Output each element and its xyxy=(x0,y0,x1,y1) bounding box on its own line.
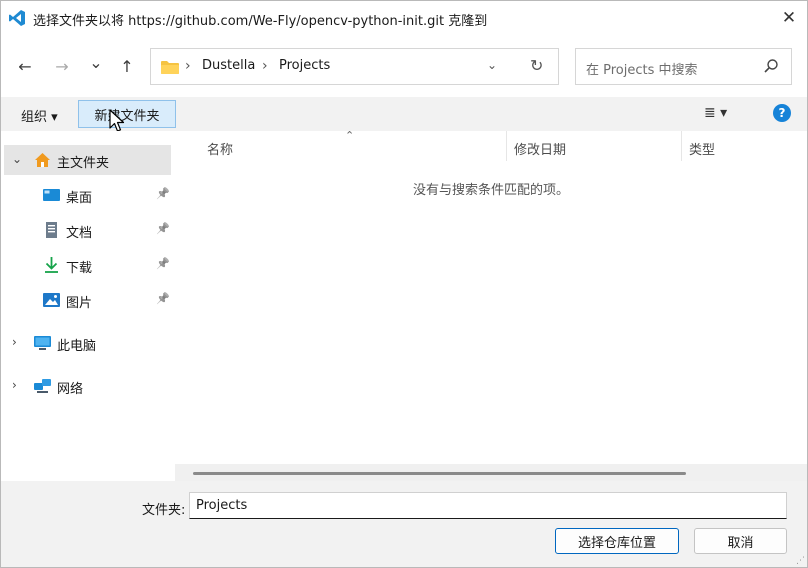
download-icon xyxy=(45,257,58,273)
chevron-right-icon[interactable]: › xyxy=(12,378,17,392)
sidebar-item-home[interactable]: ⌄ 主文件夹 xyxy=(4,145,171,175)
sidebar-item-label: 桌面 xyxy=(66,191,93,206)
refresh-button[interactable]: ↻ xyxy=(530,56,543,75)
column-header-type[interactable]: 类型 xyxy=(689,139,715,158)
vertical-scrollbar[interactable] xyxy=(793,131,807,464)
breadcrumb-projects[interactable]: Projects xyxy=(279,58,330,73)
sort-ascending-icon: ⌃ xyxy=(345,129,355,142)
navigation-bar: ← → ⌄ ↑ › Dustella › Projects ⌄ ↻ 在 Proj… xyxy=(1,35,807,97)
title-bar: 选择文件夹以将 https://github.com/We-Fly/opencv… xyxy=(1,1,807,35)
pin-icon[interactable]: 📌 xyxy=(156,292,170,305)
search-box[interactable]: 在 Projects 中搜索 xyxy=(575,48,792,85)
column-divider[interactable] xyxy=(506,131,507,161)
help-button[interactable]: ? xyxy=(773,104,791,122)
column-divider[interactable] xyxy=(681,131,682,161)
document-icon xyxy=(46,222,57,238)
recent-locations-button[interactable]: ⌄ xyxy=(85,51,107,73)
resize-grip-icon[interactable]: ⋰ xyxy=(796,556,805,566)
computer-icon xyxy=(34,336,51,350)
sidebar-item-label: 文档 xyxy=(66,226,93,241)
scrollbar-thumb[interactable] xyxy=(193,472,686,475)
sidebar-item-label: 网络 xyxy=(57,382,84,397)
refresh-icon: ↻ xyxy=(530,56,544,75)
pin-icon[interactable]: 📌 xyxy=(156,187,170,200)
sidebar-item-label: 下载 xyxy=(66,261,93,276)
sidebar-item-desktop[interactable]: 桌面 📌 xyxy=(4,180,171,210)
chevron-down-icon: ⌄ xyxy=(89,52,103,72)
pin-icon[interactable]: 📌 xyxy=(156,257,170,270)
address-bar[interactable]: › Dustella › Projects ⌄ ↻ xyxy=(150,48,559,85)
folder-picker-dialog: 选择文件夹以将 https://github.com/We-Fly/opencv… xyxy=(0,0,808,568)
folder-label: 文件夹: xyxy=(142,503,186,518)
breadcrumb-dustella[interactable]: Dustella xyxy=(202,58,255,73)
file-list: ⌃ 名称 修改日期 类型 没有与搜索条件匹配的项。 xyxy=(175,129,807,481)
view-options-button[interactable]: ≣ ▾ xyxy=(704,105,727,121)
navigation-pane: ⌄ 主文件夹 桌面 📌 文档 📌 下载 📌 图片 📌 › 此电脑 › 网络 xyxy=(1,131,174,481)
search-placeholder: 在 Projects 中搜索 xyxy=(586,63,698,78)
sidebar-item-downloads[interactable]: 下载 📌 xyxy=(4,250,171,280)
address-history-button[interactable]: ⌄ xyxy=(487,58,497,72)
sidebar-item-pictures[interactable]: 图片 📌 xyxy=(4,285,171,315)
back-button[interactable]: ← xyxy=(14,55,36,77)
forward-button[interactable]: → xyxy=(51,55,73,77)
empty-message: 没有与搜索条件匹配的项。 xyxy=(412,183,569,198)
up-button[interactable]: ↑ xyxy=(116,55,138,77)
chevron-right-icon: › xyxy=(185,58,191,74)
arrow-right-icon: → xyxy=(55,56,69,76)
select-repository-location-button[interactable]: 选择仓库位置 xyxy=(555,528,679,554)
new-folder-button[interactable]: 新建文件夹 xyxy=(78,100,176,128)
organize-menu[interactable]: 组织 ▾ xyxy=(21,106,58,125)
column-header-modified[interactable]: 修改日期 xyxy=(514,139,566,158)
chevron-right-icon: › xyxy=(262,58,268,74)
arrow-up-icon: ↑ xyxy=(120,56,134,76)
dialog-footer: 文件夹: 选择仓库位置 取消 ⋰ xyxy=(1,481,807,567)
search-icon xyxy=(764,59,778,73)
button-label: 选择仓库位置 xyxy=(577,535,656,551)
column-header-name[interactable]: 名称 xyxy=(207,139,233,158)
home-icon xyxy=(35,153,50,167)
pin-icon[interactable]: 📌 xyxy=(156,222,170,235)
sidebar-item-documents[interactable]: 文档 📌 xyxy=(4,215,171,245)
arrow-left-icon: ← xyxy=(18,56,32,76)
chevron-down-icon: ⌄ xyxy=(487,58,498,72)
sidebar-item-label: 此电脑 xyxy=(57,339,97,354)
close-icon: ✕ xyxy=(781,8,797,28)
folder-name-field[interactable] xyxy=(189,492,787,519)
dialog-title: 选择文件夹以将 https://github.com/We-Fly/opencv… xyxy=(33,14,488,29)
close-button[interactable]: ✕ xyxy=(771,1,807,35)
network-icon xyxy=(34,379,51,393)
sidebar-item-label: 图片 xyxy=(66,296,93,311)
vscode-icon xyxy=(9,10,25,26)
chevron-right-icon[interactable]: › xyxy=(12,335,17,349)
chevron-down-icon[interactable]: ⌄ xyxy=(12,152,22,166)
folder-icon xyxy=(161,61,179,74)
cancel-button[interactable]: 取消 xyxy=(694,528,787,554)
desktop-icon xyxy=(43,189,60,201)
mouse-cursor-icon xyxy=(109,109,125,132)
sidebar-item-network[interactable]: › 网络 xyxy=(4,371,171,401)
help-icon: ? xyxy=(778,106,786,120)
horizontal-scrollbar[interactable] xyxy=(175,464,807,481)
pictures-icon xyxy=(43,293,60,307)
sidebar-item-this-pc[interactable]: › 此电脑 xyxy=(4,328,171,358)
button-label: 取消 xyxy=(727,535,754,551)
sidebar-item-label: 主文件夹 xyxy=(57,156,110,171)
